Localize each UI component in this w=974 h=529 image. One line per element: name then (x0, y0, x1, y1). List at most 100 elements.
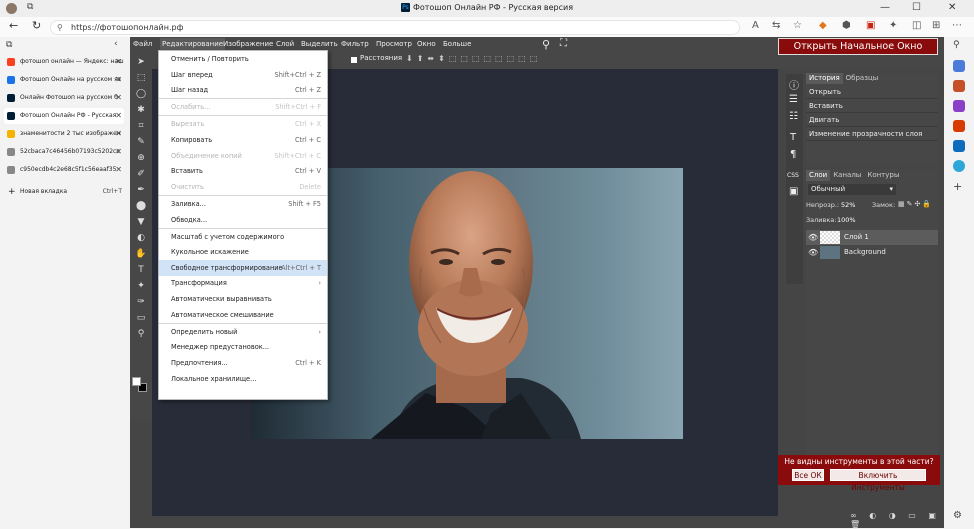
tab-paths[interactable]: Контуры (864, 170, 902, 181)
opacity-value[interactable]: 52% (841, 201, 855, 209)
fill-value[interactable]: 100% (837, 216, 856, 224)
layer-row[interactable]: 👁 Background (806, 245, 938, 260)
menu-item[interactable]: Редактирование (160, 38, 226, 50)
site-info-icon[interactable]: ⚲ (57, 21, 63, 34)
outlook-sidebar-icon[interactable] (953, 140, 965, 152)
extension-badge-icon[interactable]: ▣ (866, 20, 875, 31)
tool-icon[interactable]: ✱ (135, 104, 147, 116)
close-window-icon[interactable]: ✕ (948, 2, 956, 13)
close-tab-icon[interactable]: ✕ (115, 54, 122, 70)
tool-icon[interactable]: ✑ (135, 296, 147, 308)
tool-icon[interactable]: ✋ (135, 248, 147, 260)
search-sidebar-icon[interactable]: ⚲ (953, 40, 965, 52)
games-sidebar-icon[interactable] (953, 100, 965, 112)
paragraph-icon[interactable]: ¶ (790, 149, 796, 160)
menu-item[interactable]: Слой (276, 38, 294, 50)
edit-menu-item[interactable]: Локальное хранилище... (159, 371, 327, 387)
back-icon[interactable]: ← (9, 19, 18, 32)
edit-menu-item[interactable]: Копировать Ctrl + C (159, 132, 327, 148)
close-tab-icon[interactable]: ✕ (115, 126, 122, 142)
edit-menu-item[interactable]: Вставить Ctrl + V (159, 163, 327, 179)
menu-item[interactable]: Просмотр (376, 38, 412, 50)
browser-tab[interactable]: знаменитости 2 тыс изображен ✕ (4, 126, 124, 142)
tool-icon[interactable]: T (135, 264, 147, 276)
tool-icon[interactable]: ◐ (135, 232, 147, 244)
tool-icon[interactable]: ⚲ (135, 328, 147, 340)
browser-tab[interactable]: фотошоп онлайн — Яндекс: наш ✕ (4, 54, 124, 70)
tab-swatches[interactable]: Образцы (843, 73, 882, 84)
menu-item[interactable]: Изображение (223, 38, 273, 50)
browser-tab[interactable]: c950ecdb4c2e68c5f1c56eaaf35 ✕ (4, 162, 124, 178)
browser-tab[interactable]: 52cbaca7c46456b07193c5202cc ✕ (4, 144, 124, 160)
edit-menu-item[interactable]: Свободное трансформирование Alt+Ctrl + T (159, 259, 327, 276)
visibility-eye-icon[interactable]: 👁 (808, 230, 818, 245)
edit-menu-item[interactable]: Шаг назад Ctrl + Z (159, 82, 327, 98)
reload-icon[interactable]: ↻ (32, 19, 41, 32)
visibility-eye-icon[interactable]: 👁 (808, 245, 818, 260)
office-sidebar-icon[interactable] (953, 120, 965, 132)
menu-item[interactable]: Фильтр (341, 38, 369, 50)
edit-menu-item[interactable]: Автоматическое смешивание (159, 307, 327, 323)
add-sidebar-icon[interactable]: + (953, 180, 965, 193)
edit-menu-item[interactable]: Шаг вперед Shift+Ctrl + Z (159, 67, 327, 83)
metamask-icon[interactable]: ◆ (819, 20, 827, 31)
tool-icon[interactable]: ▼ (135, 216, 147, 228)
distances-checkbox[interactable] (351, 57, 357, 63)
open-start-window-button[interactable]: Открыть Начальное Окно (778, 38, 938, 55)
character-icon[interactable]: T (790, 132, 796, 143)
edit-menu-item[interactable]: Заливка... Shift + F5 (159, 196, 327, 212)
edit-menu-item[interactable]: Определить новый › (159, 324, 327, 340)
tool-icon[interactable]: ✒ (135, 184, 147, 196)
extensions-puzzle-icon[interactable]: ✦ (889, 20, 897, 31)
edit-menu-item[interactable]: Отменить / Повторить (159, 51, 327, 67)
menu-item[interactable]: Больше (443, 38, 471, 50)
align-icons[interactable]: ⬇⬆⬌⬍⬚⬚⬚⬚⬚⬚⬚⬚ (406, 54, 541, 63)
close-tab-icon[interactable]: ✕ (115, 162, 122, 178)
translate-icon[interactable]: ⇆ (772, 20, 780, 31)
tool-icon[interactable]: ◯ (135, 88, 147, 100)
history-item[interactable]: Открыть (806, 86, 938, 99)
extension-icon[interactable]: ⬢ (842, 20, 851, 31)
all-ok-button[interactable]: Все ОК (792, 469, 824, 481)
tab-history[interactable]: История (806, 73, 843, 84)
shopping-sidebar-icon[interactable] (953, 80, 965, 92)
lock-icons[interactable]: ▦✎✣🔒 (898, 200, 933, 208)
edit-menu-item[interactable]: Автоматически выравнивать (159, 291, 327, 307)
edit-menu-item[interactable]: Предпочтения... Ctrl + K (159, 355, 327, 371)
close-tab-icon[interactable]: ✕ (115, 144, 122, 160)
tab-layers[interactable]: Слои (806, 170, 831, 181)
split-screen-icon[interactable]: ◫ (912, 20, 921, 31)
edit-menu-item[interactable]: Менеджер предустановок... (159, 339, 327, 355)
layer-row-selected[interactable]: 👁 Слой 1 (806, 230, 938, 245)
tab-actions-icon[interactable]: ⧉ (6, 40, 12, 50)
css-icon[interactable]: CSS (787, 172, 799, 179)
browser-tab[interactable]: Онлайн Фотошоп на русском б ✕ (4, 90, 124, 106)
edit-menu-item[interactable]: Обводка... (159, 212, 327, 228)
history-item[interactable]: Двигать (806, 114, 938, 127)
tools-sidebar-icon[interactable] (953, 60, 965, 72)
collapse-tabs-icon[interactable]: ‹ (114, 39, 118, 49)
fullscreen-icon[interactable]: ⛶ (560, 38, 567, 49)
tab-channels[interactable]: Каналы (830, 170, 864, 181)
tool-icon[interactable]: ⌗ (135, 120, 147, 132)
history-item[interactable]: Изменение прозрачности слоя (806, 128, 938, 141)
sidebar-settings-icon[interactable]: ⚙ (953, 510, 965, 522)
tool-icon[interactable]: ⬤ (135, 200, 147, 212)
address-input[interactable]: ⚲ https://фотошопонлайн.рф (50, 20, 740, 35)
read-aloud-icon[interactable]: A (752, 20, 759, 31)
image-panel-icon[interactable]: ▣ (789, 186, 798, 197)
close-tab-icon[interactable]: ✕ (115, 72, 122, 88)
adjustments-icon[interactable]: ☷ (789, 111, 798, 122)
new-tab-button[interactable]: + Новая вкладка Ctrl+T (4, 184, 124, 200)
tool-icon[interactable]: ⬚ (135, 72, 147, 84)
browser-tab[interactable]: Фотошоп Онлайн на русском яз ✕ (4, 72, 124, 88)
close-tab-icon[interactable]: ✕ (115, 108, 122, 124)
favorite-star-icon[interactable]: ☆ (793, 20, 802, 31)
menu-item[interactable]: Окно (417, 38, 436, 50)
more-menu-icon[interactable]: ⋯ (952, 20, 962, 31)
telegram-sidebar-icon[interactable] (953, 160, 965, 172)
enable-tools-button[interactable]: Включить Инструменты (830, 469, 926, 492)
edit-menu-item[interactable]: Трансформация › (159, 275, 327, 291)
browser-tab[interactable]: Фотошоп Онлайн РФ - Русская ✕ (4, 108, 124, 124)
menu-item[interactable]: Выделить (301, 38, 338, 50)
